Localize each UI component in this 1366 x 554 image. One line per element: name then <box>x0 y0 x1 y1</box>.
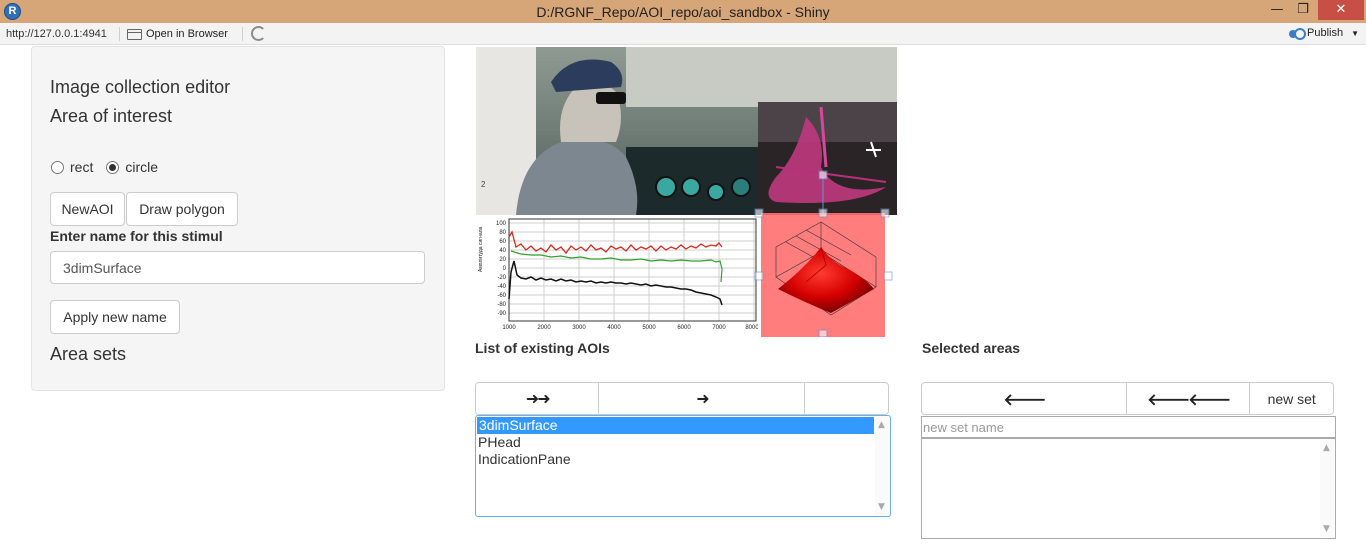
aoi-listbox[interactable]: 3dimSurface PHead IndicationPane ▲ ▼ <box>475 415 891 517</box>
signal-line-plot: 100 80 60 40 20 0 -20 -40 -60 -80 -90 10… <box>476 215 759 337</box>
new-set-name-input[interactable]: new set name <box>921 416 1336 438</box>
new-aoi-button[interactable]: NewAOI <box>50 192 125 226</box>
svg-text:Амплитуда сигнала: Амплитуда сигнала <box>478 226 484 272</box>
resize-handle[interactable] <box>880 208 890 218</box>
arrow-right-icon: ➜ <box>696 389 709 408</box>
aoi-list-scrollbar[interactable]: ▲ ▼ <box>875 417 889 515</box>
double-arrow-left-icon: 🡐🡐 <box>1147 389 1231 409</box>
selected-areas-title: Selected areas <box>922 340 1021 356</box>
plot-x-tick: 8000 <box>745 325 759 331</box>
apply-name-button[interactable]: Apply new name <box>50 300 180 334</box>
plot-y-tick: 80 <box>499 230 506 236</box>
list-item[interactable]: IndicationPane <box>476 451 890 468</box>
move-all-left-button[interactable]: 🡐🡐 <box>1127 383 1251 414</box>
resize-handle[interactable] <box>883 271 893 281</box>
selected-areas-listbox[interactable]: ▲ ▼ <box>921 438 1336 539</box>
resize-handle[interactable] <box>754 271 764 281</box>
resize-handle[interactable] <box>818 208 828 218</box>
minimize-icon: — <box>1270 2 1284 17</box>
double-arrow-right-icon: ➜➜ <box>525 389 551 408</box>
radio-rect[interactable]: rect <box>51 159 93 175</box>
aoi-list-extra-button[interactable] <box>805 383 888 414</box>
browser-window-icon <box>127 28 142 40</box>
plot-x-tick: 7000 <box>712 325 726 331</box>
plot-x-tick: 6000 <box>677 325 691 331</box>
resize-handle[interactable] <box>818 329 828 337</box>
svg-text:2: 2 <box>481 180 486 189</box>
radio-circle[interactable]: circle <box>106 159 158 175</box>
resize-handle[interactable] <box>754 208 764 218</box>
toolbar-divider <box>242 27 243 41</box>
gaze-heatmap-image <box>758 102 897 215</box>
stimulus-name-input[interactable]: 3dimSurface <box>50 251 425 284</box>
sidebar-subtitle: Area of interest <box>50 106 173 126</box>
radio-rect-indicator[interactable] <box>51 160 64 174</box>
open-in-browser-button[interactable]: Open in Browser <box>127 26 228 42</box>
viewer-toolbar: http://127.0.0.1:4941 Open in Browser Pu… <box>0 23 1366 45</box>
selected-areas-scrollbar[interactable]: ▲ ▼ <box>1320 440 1334 537</box>
plot-x-tick: 5000 <box>642 325 656 331</box>
surface-plot-image <box>758 213 897 337</box>
plot-x-tick: 3000 <box>572 325 586 331</box>
url-label: http://127.0.0.1:4941 <box>6 28 107 40</box>
sidebar-title: Image collection editor <box>50 77 231 97</box>
close-button[interactable]: ✕ <box>1318 0 1364 20</box>
shape-radio-group: rect circle <box>51 159 158 175</box>
new-set-button[interactable]: new set <box>1250 383 1333 414</box>
plot-x-tick: 2000 <box>537 325 551 331</box>
scroll-down-icon[interactable]: ▼ <box>1323 524 1330 534</box>
radio-circle-indicator[interactable] <box>106 160 120 174</box>
scroll-up-icon[interactable]: ▲ <box>878 420 885 430</box>
move-left-button[interactable]: 🡐 <box>922 383 1127 414</box>
sidebar-panel: Image collection editor Area of interest… <box>31 46 445 391</box>
radio-rect-label: rect <box>70 159 94 175</box>
list-item[interactable]: 3dimSurface <box>477 417 874 434</box>
plot-y-tick: 100 <box>496 221 507 227</box>
scroll-down-icon[interactable]: ▼ <box>878 502 885 512</box>
maximize-button[interactable]: ❐ <box>1292 0 1314 20</box>
radio-circle-label: circle <box>125 159 159 175</box>
restore-icon: ❐ <box>1297 2 1309 17</box>
plot-y-tick: -60 <box>497 293 506 299</box>
scroll-up-icon[interactable]: ▲ <box>1323 443 1330 453</box>
plot-x-tick: 4000 <box>607 325 621 331</box>
plot-y-tick: -80 <box>497 302 506 308</box>
toolbar-divider <box>119 27 120 41</box>
move-all-right-button[interactable]: ➜➜ <box>476 383 600 414</box>
area-sets-title: Area sets <box>50 344 127 364</box>
chevron-down-icon: ▼ <box>1351 28 1359 38</box>
window-title: D:/RGNF_Repo/AOI_repo/aoi_sandbox - Shin… <box>536 4 830 20</box>
publish-label: Publish <box>1307 27 1344 39</box>
publish-icon <box>1289 27 1306 40</box>
aoi-list-title: List of existing AOIs <box>475 340 610 356</box>
plot-y-tick: -40 <box>497 284 506 290</box>
minimize-button[interactable]: — <box>1266 0 1288 20</box>
refresh-icon[interactable] <box>251 26 266 41</box>
plot-y-tick: -90 <box>497 311 506 317</box>
publish-button[interactable]: Publish ▼ <box>1289 27 1359 40</box>
plot-y-tick: 20 <box>499 257 506 263</box>
resize-handle[interactable] <box>818 170 828 180</box>
plot-x-tick: 1000 <box>502 325 516 331</box>
plot-y-tick: 40 <box>499 248 506 254</box>
move-right-button[interactable]: ➜ <box>599 383 806 414</box>
list-item[interactable]: PHead <box>476 434 890 451</box>
close-icon: ✕ <box>1335 2 1347 17</box>
draw-polygon-button[interactable]: Draw polygon <box>126 192 238 226</box>
aoi-list-button-group: ➜➜ ➜ <box>475 382 889 415</box>
window-title-bar: R D:/RGNF_Repo/AOI_repo/aoi_sandbox - Sh… <box>0 0 1366 23</box>
plot-y-tick: -20 <box>497 275 506 281</box>
stimulus-collage-canvas[interactable]: 2 100 80 60 40 20 0 -20 -40 -60 -80 -90 … <box>476 47 897 337</box>
arrow-left-icon: 🡐 <box>1003 389 1047 409</box>
open-in-browser-label: Open in Browser <box>146 28 228 40</box>
stimulus-name-label: Enter name for this stimul <box>50 228 223 244</box>
selected-areas-button-group: 🡐 🡐🡐 new set <box>921 382 1334 415</box>
plot-y-tick: 60 <box>499 239 506 245</box>
